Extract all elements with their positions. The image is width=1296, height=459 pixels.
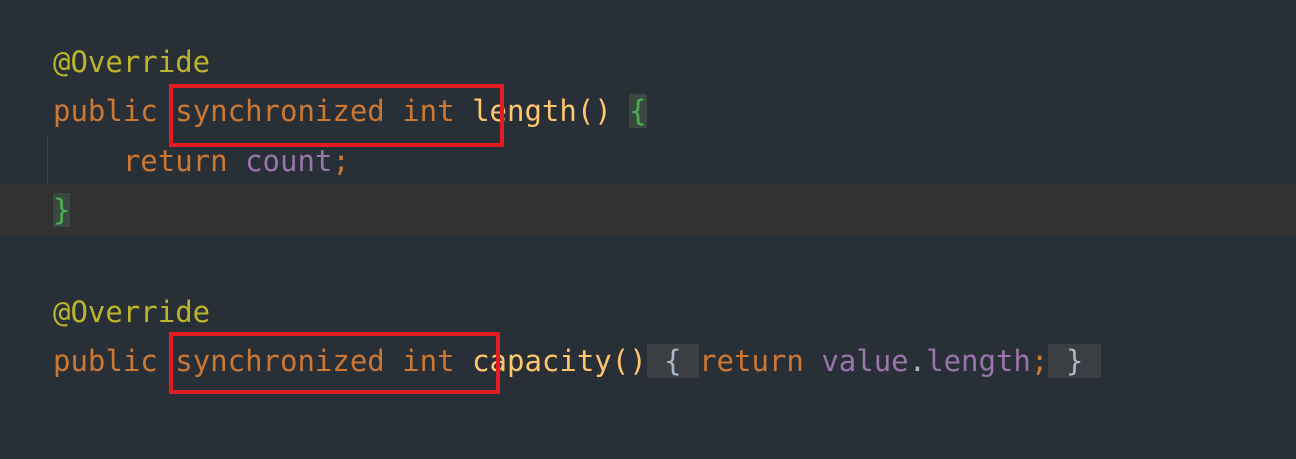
field-length: length	[926, 344, 1031, 378]
code-line-6[interactable]: @Override	[0, 287, 1296, 337]
code-line-1[interactable]: @Override	[0, 37, 1296, 87]
close-brace-matched: }	[53, 193, 71, 227]
parens: ()	[576, 94, 612, 128]
parens: ()	[611, 344, 647, 378]
highlight-box-synchronized-int-1	[169, 84, 504, 147]
annotation-override: @Override	[53, 295, 211, 329]
keyword-return: return	[122, 144, 228, 178]
folded-open-brace[interactable]: {	[646, 344, 700, 378]
code-editor[interactable]: @Override public synchronized int length…	[0, 0, 1296, 459]
field-count: count	[245, 144, 333, 178]
keyword-return: return	[699, 344, 804, 378]
keyword-public: public	[53, 94, 158, 128]
open-brace-matched: {	[629, 94, 647, 128]
field-value: value	[821, 344, 909, 378]
highlight-box-synchronized-int-2	[169, 332, 500, 394]
semicolon: ;	[332, 144, 350, 178]
folded-close-brace[interactable]: }	[1048, 344, 1101, 378]
keyword-public: public	[53, 344, 158, 378]
dot: .	[908, 344, 927, 378]
code-line-4-current[interactable]: }	[0, 185, 1296, 235]
semicolon: ;	[1030, 344, 1049, 378]
annotation-override: @Override	[53, 45, 211, 79]
